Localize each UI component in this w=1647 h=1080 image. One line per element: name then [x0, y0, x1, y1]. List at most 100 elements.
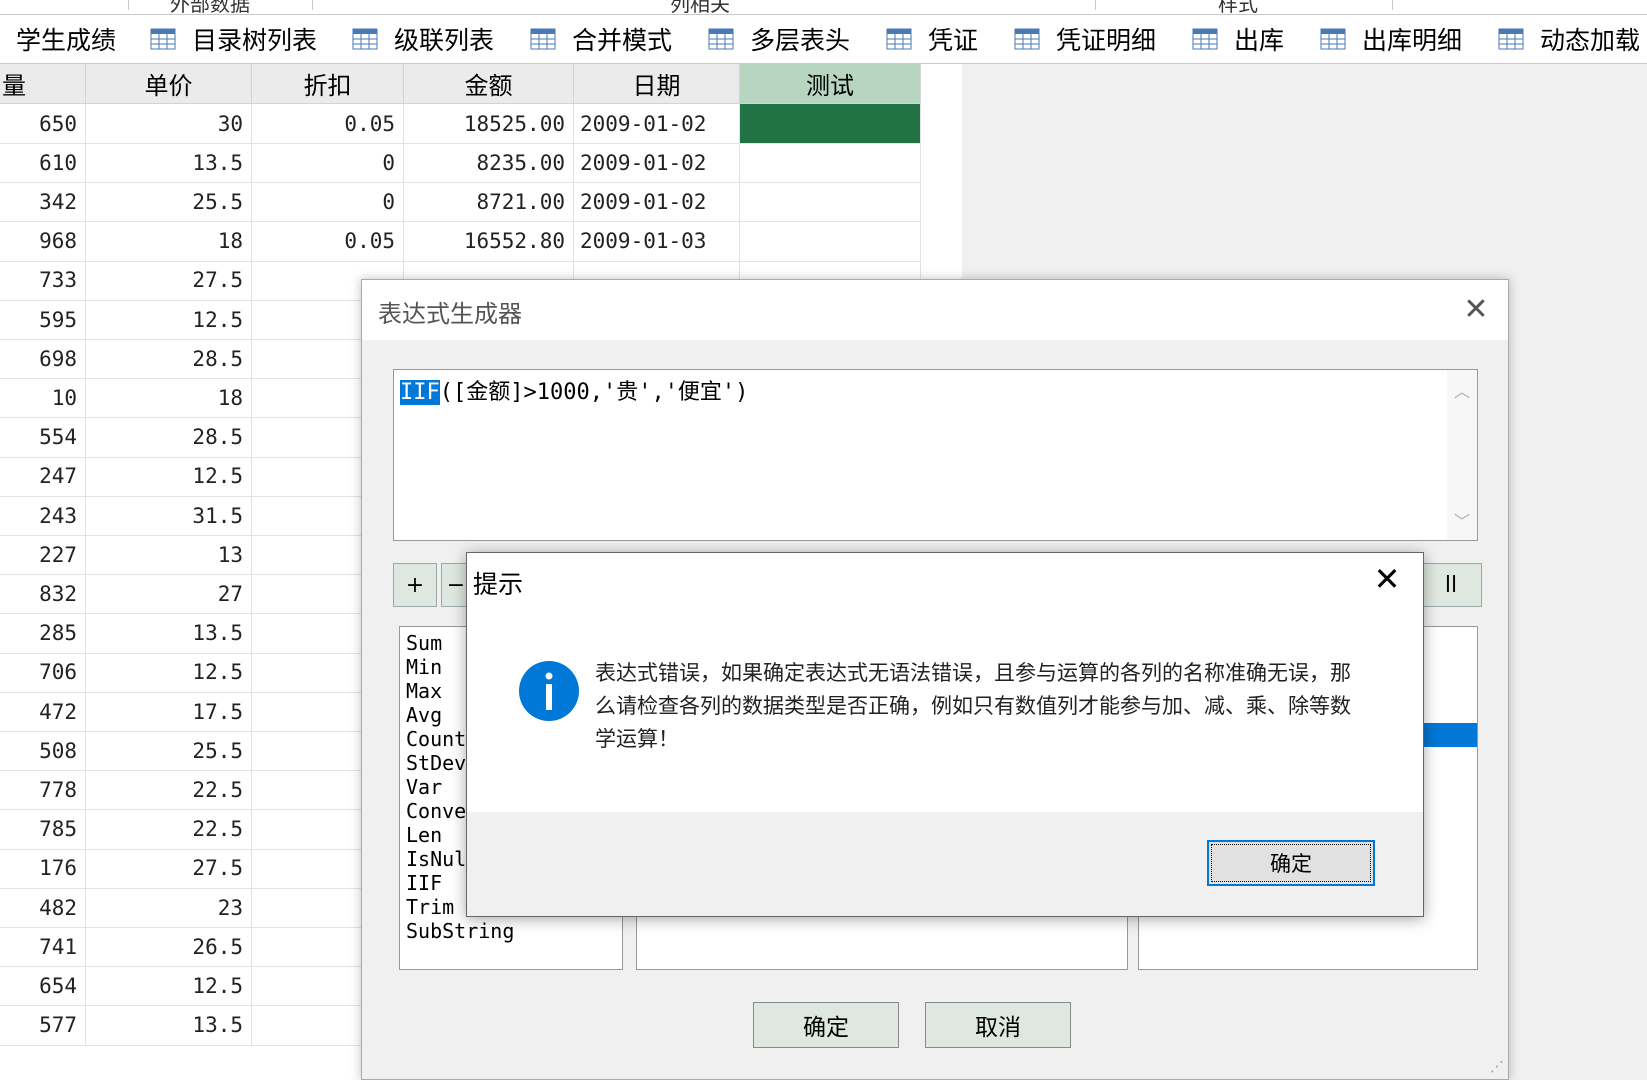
header-quantity[interactable]: 量	[0, 64, 86, 104]
cell-unit-price[interactable]: 13.5	[86, 143, 252, 184]
cell-discount[interactable]: 0.05	[252, 104, 404, 144]
cell-quantity[interactable]: 778	[0, 770, 86, 811]
cell-unit-price[interactable]: 28.5	[86, 339, 252, 380]
cell-unit-price[interactable]: 22.5	[86, 809, 252, 850]
cell-unit-price[interactable]: 23	[86, 888, 252, 928]
cell-quantity[interactable]: 342	[0, 182, 86, 223]
cell-unit-price[interactable]: 17.5	[86, 692, 252, 732]
cell-quantity[interactable]: 733	[0, 260, 86, 301]
cell-date[interactable]: 2009-01-02	[574, 182, 740, 223]
expression-text[interactable]: IIF([金额]>1000,'贵','便宜')	[400, 374, 748, 406]
cell-date[interactable]: 2009-01-03	[574, 221, 740, 262]
tab-voucher[interactable]: 凭证	[886, 21, 978, 57]
cell-discount[interactable]: 0	[252, 143, 404, 184]
cell-quantity[interactable]: 650	[0, 104, 86, 144]
cell-quantity[interactable]: 832	[0, 574, 86, 615]
cell-test[interactable]	[740, 182, 921, 223]
tab-multi-header[interactable]: 多层表头	[708, 21, 850, 57]
cell-quantity[interactable]: 654	[0, 966, 86, 1007]
expression-input[interactable]: IIF([金额]>1000,'贵','便宜') ︿ ﹀	[393, 369, 1478, 541]
cell-quantity[interactable]: 176	[0, 848, 86, 889]
cell-discount[interactable]: 0	[252, 182, 404, 223]
cell-unit-price[interactable]: 18	[86, 378, 252, 419]
cell-date[interactable]: 2009-01-02	[574, 143, 740, 184]
cell-unit-price[interactable]: 26.5	[86, 927, 252, 968]
cell-quantity[interactable]: 968	[0, 221, 86, 262]
table-row[interactable]: 342 25.5 0 8721.00 2009-01-02	[0, 182, 962, 223]
cell-unit-price[interactable]: 18	[86, 221, 252, 262]
table-row[interactable]: 968 18 0.05 16552.80 2009-01-03	[0, 221, 962, 262]
cell-quantity[interactable]: 243	[0, 496, 86, 536]
cell-unit-price[interactable]: 31.5	[86, 496, 252, 536]
cell-unit-price[interactable]: 27	[86, 574, 252, 615]
tab-directory-tree[interactable]: 目录树列表	[150, 21, 317, 57]
chevron-down-icon[interactable]: ﹀	[1447, 508, 1477, 532]
cell-date[interactable]: 2009-01-02	[574, 104, 740, 144]
cell-unit-price[interactable]: 12.5	[86, 456, 252, 497]
tab-cascade-list[interactable]: 级联列表	[352, 21, 494, 57]
plus-button[interactable]: +	[393, 563, 437, 607]
cell-quantity[interactable]: 227	[0, 535, 86, 576]
cell-test[interactable]	[740, 104, 921, 144]
cancel-button[interactable]: 取消	[925, 1002, 1071, 1048]
cell-test[interactable]	[740, 143, 921, 184]
cell-quantity[interactable]: 595	[0, 300, 86, 340]
header-discount[interactable]: 折扣	[252, 64, 404, 104]
cell-amount[interactable]: 8235.00	[404, 143, 574, 184]
close-icon[interactable]: ✕	[1367, 559, 1407, 599]
cell-quantity[interactable]: 610	[0, 143, 86, 184]
tab-outbound[interactable]: 出库	[1192, 21, 1284, 57]
close-icon[interactable]: ✕	[1456, 290, 1496, 330]
cell-quantity[interactable]: 285	[0, 613, 86, 654]
cell-quantity[interactable]: 554	[0, 417, 86, 458]
cell-unit-price[interactable]: 30	[86, 104, 252, 144]
cell-unit-price[interactable]: 25.5	[86, 731, 252, 772]
editor-scrollbar[interactable]: ︿ ﹀	[1447, 370, 1477, 540]
message-footer: 确定	[467, 812, 1423, 916]
ok-button[interactable]: 确定	[753, 1002, 899, 1048]
tab-voucher-detail[interactable]: 凭证明细	[1014, 21, 1156, 57]
cell-quantity[interactable]: 577	[0, 1005, 86, 1046]
table-row[interactable]: 610 13.5 0 8235.00 2009-01-02	[0, 143, 962, 184]
chevron-up-icon[interactable]: ︿	[1447, 378, 1477, 402]
cell-unit-price[interactable]: 12.5	[86, 652, 252, 693]
cell-unit-price[interactable]: 25.5	[86, 182, 252, 223]
cell-unit-price[interactable]: 27.5	[86, 848, 252, 889]
all-button[interactable]: ll	[1420, 563, 1482, 607]
cell-amount[interactable]: 18525.00	[404, 104, 574, 144]
tab-outbound-detail[interactable]: 出库明细	[1320, 21, 1462, 57]
tab-merge-mode[interactable]: 合并模式	[530, 21, 672, 57]
header-date[interactable]: 日期	[574, 64, 740, 104]
function-list-item[interactable]: SubString	[406, 919, 616, 943]
cell-quantity[interactable]: 10	[0, 378, 86, 419]
cell-quantity[interactable]: 785	[0, 809, 86, 850]
resize-grip-icon[interactable]: ⋰	[1490, 1059, 1504, 1075]
tab-student-grades[interactable]: 学生成绩	[16, 21, 116, 57]
cell-quantity[interactable]: 472	[0, 692, 86, 732]
cell-amount[interactable]: 8721.00	[404, 182, 574, 223]
table-row[interactable]: 650 30 0.05 18525.00 2009-01-02	[0, 104, 962, 144]
header-test[interactable]: 测试	[740, 64, 921, 104]
cell-unit-price[interactable]: 13.5	[86, 613, 252, 654]
header-amount[interactable]: 金额	[404, 64, 574, 104]
cell-unit-price[interactable]: 12.5	[86, 300, 252, 340]
cell-unit-price[interactable]: 22.5	[86, 770, 252, 811]
cell-test[interactable]	[740, 221, 921, 262]
cell-unit-price[interactable]: 27.5	[86, 260, 252, 301]
cell-quantity[interactable]: 741	[0, 927, 86, 968]
cell-amount[interactable]: 16552.80	[404, 221, 574, 262]
dialog-titlebar[interactable]: 表达式生成器 ✕	[362, 280, 1508, 340]
cell-discount[interactable]: 0.05	[252, 221, 404, 262]
cell-unit-price[interactable]: 28.5	[86, 417, 252, 458]
cell-unit-price[interactable]: 13	[86, 535, 252, 576]
tab-dynamic-load[interactable]: 动态加载	[1498, 21, 1640, 57]
ok-button[interactable]: 确定	[1207, 840, 1375, 886]
cell-unit-price[interactable]: 12.5	[86, 966, 252, 1007]
cell-quantity[interactable]: 508	[0, 731, 86, 772]
cell-quantity[interactable]: 482	[0, 888, 86, 928]
cell-unit-price[interactable]: 13.5	[86, 1005, 252, 1046]
cell-quantity[interactable]: 247	[0, 456, 86, 497]
cell-quantity[interactable]: 698	[0, 339, 86, 380]
header-unit-price[interactable]: 单价	[86, 64, 252, 104]
cell-quantity[interactable]: 706	[0, 652, 86, 693]
